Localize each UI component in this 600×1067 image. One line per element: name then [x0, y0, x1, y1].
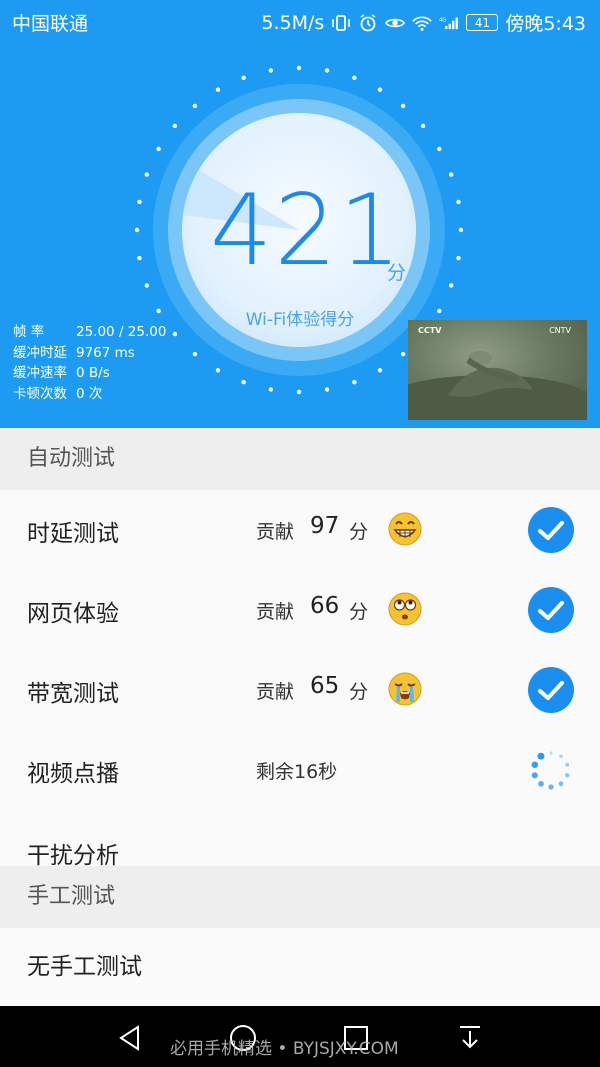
empty-message: 无手工测试: [27, 954, 142, 980]
spinner-dot: [565, 773, 570, 778]
spinner-dot: [548, 784, 554, 790]
spinner-dot: [531, 761, 539, 768]
dial-dot: [241, 380, 246, 385]
stat-row: 帧 率 25.00 / 25.00: [13, 322, 166, 343]
loading-spinner-icon: [531, 751, 570, 790]
done-check-icon: [528, 507, 574, 553]
dial-dot: [156, 308, 161, 314]
dial-dot: [324, 387, 330, 392]
stat-value: 0 次: [76, 385, 103, 402]
notification-pulldown-icon[interactable]: [456, 1024, 484, 1052]
dial-dot: [137, 255, 142, 261]
video-frame-lizard: [408, 351, 587, 420]
dial-dot: [352, 75, 357, 81]
dial-dot: [134, 227, 140, 233]
dial-dot: [144, 172, 149, 177]
dial-dot: [268, 387, 274, 392]
stat-value: 25.00 / 25.00: [76, 324, 167, 340]
crying-emoji-icon: [388, 672, 422, 706]
spinner-dot: [549, 751, 553, 755]
test-item-latency[interactable]: 时延测试 贡献 97 分: [0, 490, 600, 570]
section-header-auto: 自动测试: [0, 428, 600, 490]
stat-row: 卡顿次数 0 次: [13, 384, 166, 405]
system-nav-bar: 必用手机精选 • BYJSJXY.COM: [0, 1006, 600, 1067]
stat-value: 9767 ms: [76, 344, 135, 361]
contrib-points: 97: [310, 513, 340, 539]
stat-label: 缓冲速率: [13, 365, 67, 381]
spinner-dot: [565, 762, 570, 767]
dial-dot: [296, 389, 302, 395]
score-value: 421: [210, 174, 404, 288]
remaining-time: 剩余16秒: [256, 761, 338, 783]
dial-dot: [215, 368, 221, 373]
contrib-points: 66: [310, 593, 340, 619]
dial-dot: [437, 146, 442, 152]
dial-dot: [437, 308, 442, 314]
contrib-label: 贡献: [256, 521, 295, 543]
dial-dot: [420, 123, 426, 129]
points-unit: 分: [349, 681, 369, 703]
stat-label: 缓冲时延: [13, 344, 67, 361]
dial-dot: [215, 87, 221, 92]
playback-stats: 帧 率 25.00 / 25.00 缓冲时延 9767 ms 缓冲速率 0 B/s 卡…: [13, 322, 166, 404]
dial-dot: [172, 123, 178, 129]
section-header-manual: 手工测试: [0, 866, 600, 928]
dial-dot: [156, 146, 161, 152]
test-name: 网页体验: [27, 601, 119, 627]
spinner-dot: [559, 754, 563, 758]
dial-dot: [324, 68, 330, 73]
back-icon[interactable]: [116, 1024, 144, 1052]
test-name: 视频点播: [27, 761, 119, 787]
dial-dot: [377, 368, 383, 373]
points-unit: 分: [349, 521, 369, 543]
stat-row: 缓冲时延 9767 ms: [13, 343, 166, 364]
score-caption: Wi-Fi体验得分: [245, 310, 355, 330]
test-name: 带宽测试: [27, 681, 119, 707]
dial-dot: [449, 283, 454, 288]
grin-emoji-icon: [388, 512, 422, 546]
dial-dot: [268, 68, 274, 73]
done-check-icon: [528, 587, 574, 633]
dial-dot: [144, 283, 149, 288]
stat-label: 卡顿次数: [13, 385, 67, 402]
score-unit: 分: [387, 262, 407, 284]
stat-value: 0 B/s: [76, 365, 110, 381]
test-name: 时延测试: [27, 521, 119, 547]
test-item-video[interactable]: 视频点播 剩余16秒: [0, 730, 600, 810]
eyeroll-emoji-icon: [388, 592, 422, 626]
dial-dot: [458, 227, 464, 233]
points-unit: 分: [349, 601, 369, 623]
spinner-dot: [531, 772, 538, 779]
dial-dot: [172, 331, 178, 337]
stat-label: 帧 率: [13, 324, 45, 340]
dial-dot: [400, 351, 406, 357]
contrib-label: 贡献: [256, 601, 295, 623]
dial-dot: [296, 65, 302, 71]
manual-test-empty: 无手工测试: [0, 928, 600, 1006]
dial-dot: [456, 255, 461, 261]
test-item-web[interactable]: 网页体验 贡献 66 分: [0, 570, 600, 650]
dial-dot: [456, 199, 461, 205]
test-name: 干扰分析: [27, 843, 119, 869]
done-check-icon: [528, 667, 574, 713]
spinner-dot: [537, 752, 545, 760]
stat-row: 缓冲速率 0 B/s: [13, 363, 166, 384]
watermark-text: 必用手机精选 • BYJSJXY.COM: [170, 1039, 399, 1059]
dial-dot: [449, 172, 454, 177]
spinner-dot: [558, 781, 564, 787]
dial-dot: [241, 75, 246, 81]
video-preview[interactable]: CCTV CNTV: [408, 320, 587, 420]
dial-dot: [377, 87, 383, 92]
test-item-bandwidth[interactable]: 带宽测试 贡献 65 分: [0, 650, 600, 730]
contrib-label: 贡献: [256, 681, 295, 703]
spinner-dot: [538, 780, 544, 787]
score-panel: 中国联通 5.5M/s 4G 41 傍晚5:43 421 分 Wi-Fi体验得分…: [0, 0, 600, 428]
dial-dot: [192, 351, 198, 357]
dial-dot: [137, 199, 142, 205]
dial-dot: [192, 103, 198, 109]
test-item-interference[interactable]: 干扰分析: [0, 810, 600, 869]
contrib-points: 65: [310, 673, 340, 699]
dial-dot: [400, 103, 406, 109]
dial-dot: [352, 380, 357, 385]
